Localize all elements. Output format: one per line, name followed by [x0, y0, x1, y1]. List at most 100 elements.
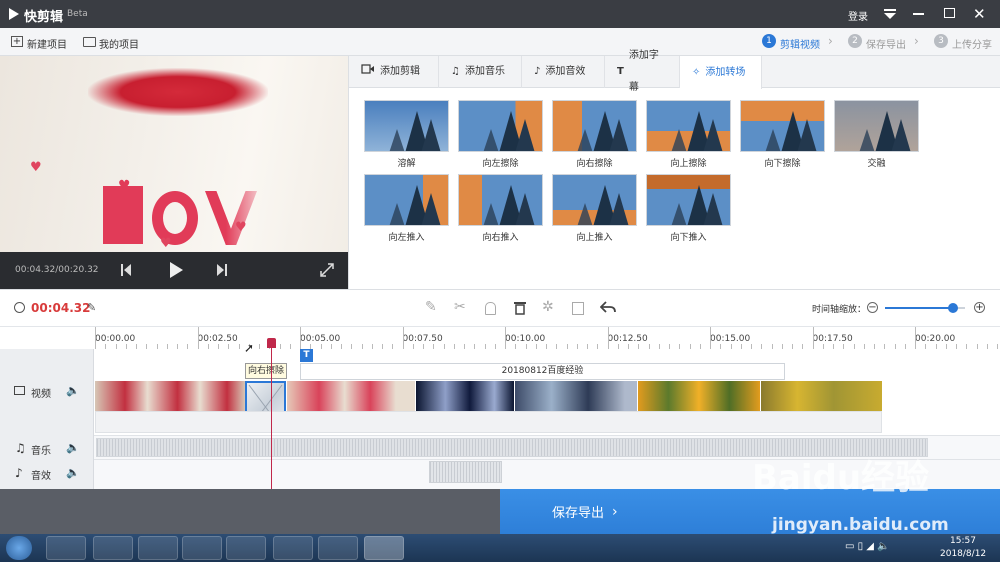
transition-item[interactable]: 向左擦除	[458, 100, 543, 169]
watermark-url: jingyan.baidu.com	[772, 515, 949, 535]
clock-icon	[14, 302, 25, 313]
clock-date: 2018/8/12	[940, 549, 987, 559]
ruler-tick-mark	[608, 327, 609, 349]
taskbar-app-kuaijianji-icon[interactable]	[364, 536, 404, 560]
music-track-label: 音乐	[31, 446, 51, 457]
project-toolbar: + 新建项目 我的项目 1 剪辑视频 › 2 保存导出 › 3 上传分享	[0, 28, 1000, 56]
transition-label: 交融	[867, 159, 886, 169]
transition-grid: 溶解 向左擦除 向右擦除 向上擦除 向下擦除 交融向左推入 向右推入 向上推入 向下推入	[349, 56, 1000, 289]
next-frame-icon[interactable]	[216, 263, 228, 280]
tray-icons[interactable]: ▭ ▯ ◢ 🔈	[845, 541, 890, 552]
title-bar: 快剪辑 Beta 登录 ✕	[0, 0, 1000, 28]
step-3-label[interactable]: 上传分享	[952, 36, 992, 51]
ruler-tick-label: 00:05.00	[300, 334, 341, 344]
ruler-tick-label: 00:02.50	[197, 334, 238, 344]
effect-track-label: 音效	[31, 471, 51, 482]
taskbar-app-recorder-icon[interactable]	[318, 536, 358, 560]
transition-thumbnail	[364, 174, 449, 226]
timeline-ruler[interactable]: 00:00.00 00:02.50 00:05.00 00:07.50 00:10.00…	[0, 327, 1000, 349]
transition-item[interactable]: 向左推入	[364, 174, 449, 243]
bell-icon[interactable]	[485, 302, 496, 315]
new-project-icon[interactable]: +	[11, 36, 23, 47]
pencil-icon[interactable]: ✎	[425, 299, 437, 315]
ruler-tick-mark	[403, 327, 404, 349]
speaker-mute-icon[interactable]: 🔈	[66, 441, 80, 454]
taskbar-app-360-icon[interactable]	[46, 536, 86, 560]
play-icon[interactable]	[168, 261, 184, 282]
video-clip[interactable]	[287, 381, 415, 411]
transition-label: 向左推入	[388, 233, 425, 243]
taskbar-app-qq-icon[interactable]	[93, 536, 133, 560]
transition-item[interactable]: 向上推入	[552, 174, 637, 243]
taskbar-app-media-icon[interactable]	[138, 536, 178, 560]
maximize-icon[interactable]	[944, 8, 955, 18]
transition-item[interactable]: 溶解	[364, 100, 449, 169]
ruler-tick-mark	[813, 327, 814, 349]
undo-icon[interactable]	[599, 300, 616, 317]
transition-thumbnail	[458, 174, 543, 226]
speaker-mute-icon[interactable]: 🔈	[66, 466, 80, 479]
heart-icon: ♥	[160, 236, 172, 251]
ornament-image	[88, 68, 268, 116]
subtitle-marker-icon[interactable]: T	[300, 349, 313, 362]
chevron-right-icon: ›	[828, 34, 833, 48]
step-2-label[interactable]: 保存导出	[866, 36, 906, 51]
transition-item[interactable]: 向下擦除	[740, 100, 825, 169]
video-clip[interactable]	[761, 381, 882, 411]
transition-label: 向右推入	[482, 233, 519, 243]
video-clip[interactable]	[416, 381, 514, 411]
asset-panel: 添加剪辑 ♫ 添加音乐 ♪ 添加音效 T 添加字幕 ✧ 添加转场 溶解 向左擦除向…	[348, 50, 1000, 289]
transition-thumbnail	[552, 100, 637, 152]
ruler-tick-mark	[710, 327, 711, 349]
taskbar-app-firefox-icon[interactable]	[182, 536, 222, 560]
transition-label: 向左擦除	[482, 159, 519, 169]
ruler-tick-label: 00:17.50	[812, 334, 853, 344]
mouse-cursor-icon: ➚	[244, 341, 255, 355]
transition-item[interactable]: 向右擦除	[552, 100, 637, 169]
transition-item[interactable]: 向右推入	[458, 174, 543, 243]
zoom-slider-handle[interactable]	[948, 303, 958, 313]
copy-icon[interactable]	[572, 302, 584, 315]
step-1-label[interactable]: 剪辑视频	[780, 36, 820, 51]
start-button-icon[interactable]	[6, 536, 32, 560]
transition-item[interactable]: 交融	[834, 100, 919, 169]
zoom-in-icon[interactable]: +	[974, 302, 985, 313]
ruler-tick-label: 00:15.00	[710, 334, 751, 344]
video-clip[interactable]	[95, 381, 245, 411]
previous-frame-icon[interactable]	[120, 263, 132, 280]
transition-item[interactable]: 向下推入	[646, 174, 731, 243]
effect-icon[interactable]: ✲	[542, 299, 554, 315]
scissors-icon[interactable]: ✂	[454, 299, 466, 315]
fullscreen-icon[interactable]	[320, 263, 334, 280]
sound-effect-clip[interactable]	[429, 461, 502, 483]
transition-label: 溶解	[397, 159, 416, 169]
effect-track-icon: ♪	[15, 466, 23, 480]
zoom-out-icon[interactable]: −	[867, 302, 878, 313]
track-headers: 视频 🔈 ♫ 音乐 🔈 ♪ 音效 🔈	[0, 349, 94, 489]
my-projects-button[interactable]: 我的项目	[99, 36, 139, 51]
transition-thumbnail	[646, 174, 731, 226]
video-clip[interactable]	[515, 381, 637, 411]
speaker-mute-icon[interactable]: 🔈	[66, 384, 80, 397]
new-project-button[interactable]: 新建项目	[27, 36, 67, 51]
step-1-number: 1	[762, 34, 776, 48]
ruler-tick-mark	[198, 327, 199, 349]
video-track-icon	[14, 386, 25, 395]
transition-item[interactable]: 向上擦除	[646, 100, 731, 169]
ruler-tick-label: 00:12.50	[607, 334, 648, 344]
transition-label: 向下推入	[670, 233, 707, 243]
subtitle-clip[interactable]: 20180812百度经验	[300, 363, 785, 380]
save-export-label: 保存导出	[552, 506, 605, 521]
taskbar-app-folder-icon[interactable]	[226, 536, 266, 560]
video-clip[interactable]	[638, 381, 760, 411]
minimize-icon[interactable]	[913, 13, 924, 15]
close-icon[interactable]: ✕	[973, 5, 986, 23]
taskbar-app-player-icon[interactable]	[273, 536, 313, 560]
delete-icon[interactable]	[514, 301, 526, 318]
transition-label: 向上推入	[576, 233, 613, 243]
edit-time-icon[interactable]: ✎	[87, 301, 96, 314]
menu-dropdown-icon[interactable]	[883, 9, 897, 22]
heart-icon: ♥	[118, 178, 131, 194]
login-link[interactable]: 登录	[848, 8, 868, 23]
transition-label: 向右擦除	[576, 159, 613, 169]
